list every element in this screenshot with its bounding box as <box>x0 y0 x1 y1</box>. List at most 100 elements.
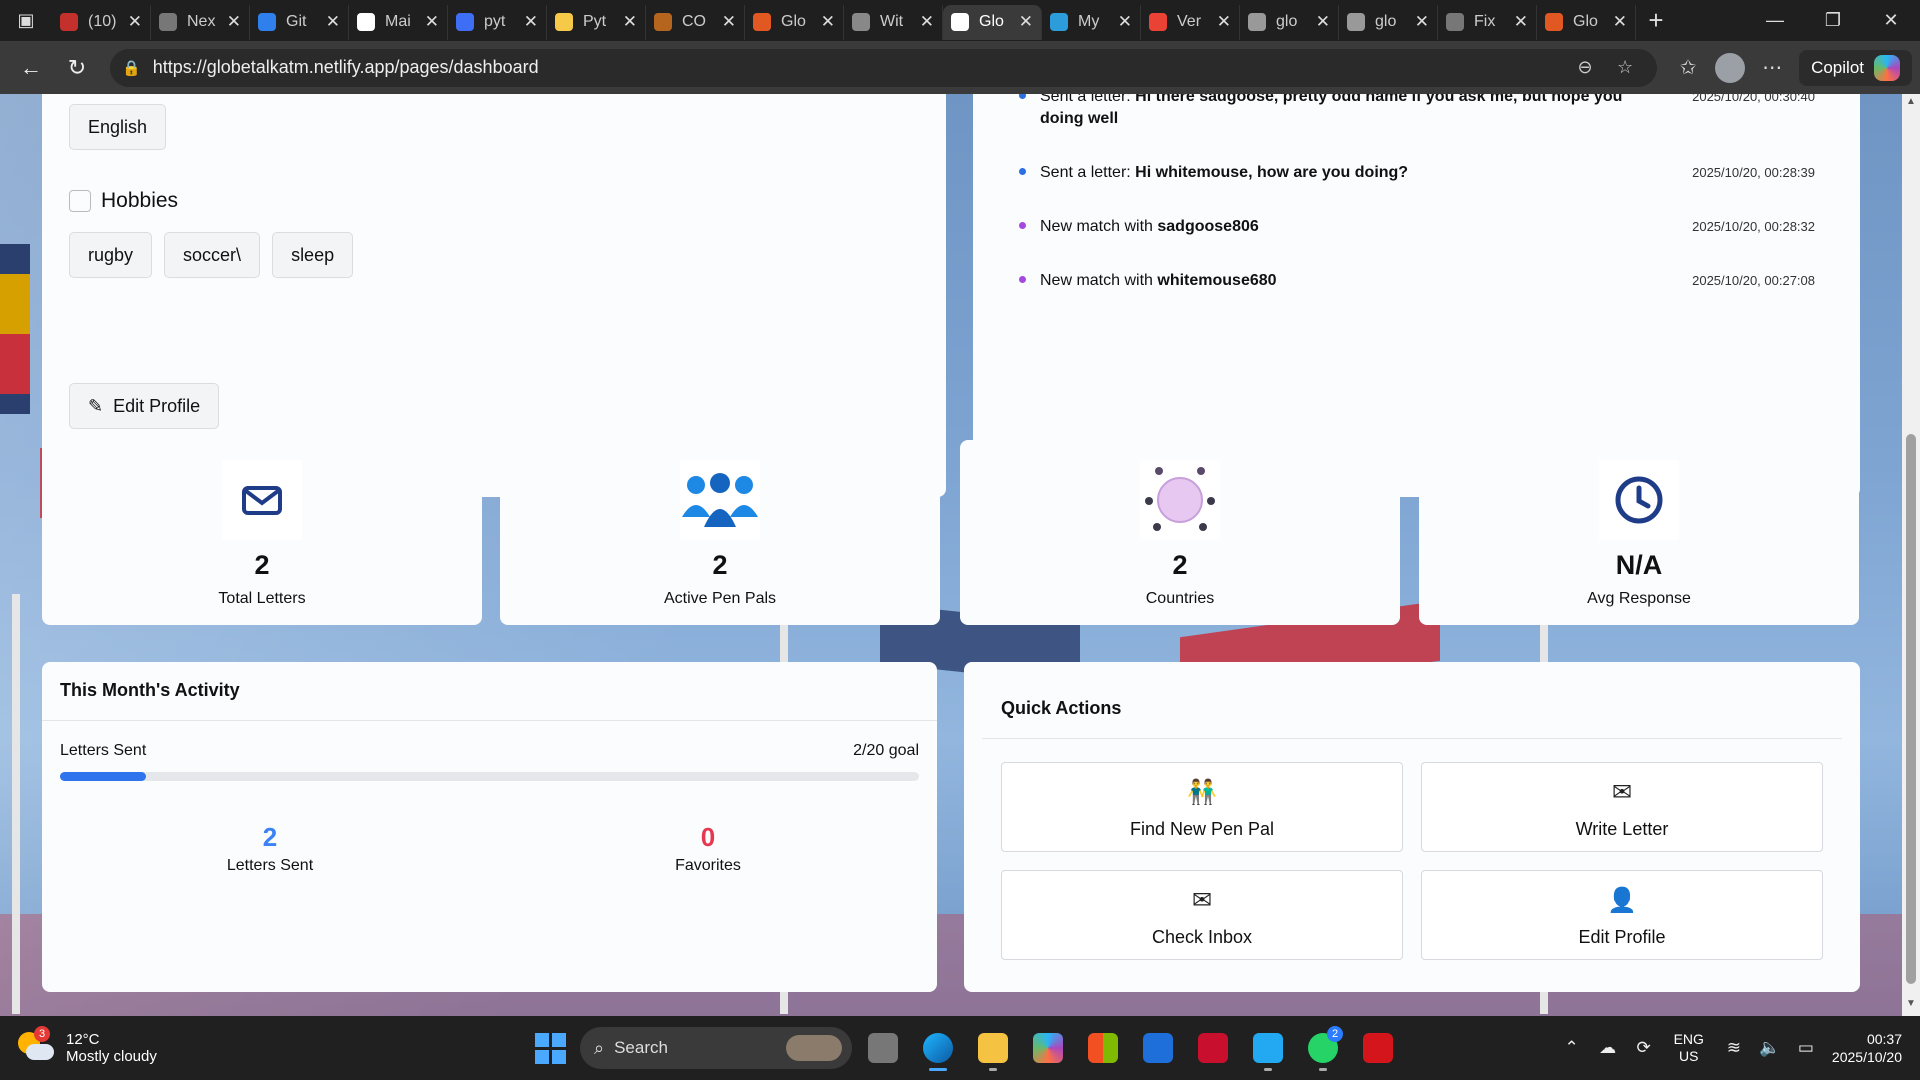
tab-favicon-icon <box>1149 13 1167 31</box>
copilot-app-icon[interactable] <box>1024 1024 1072 1072</box>
copilot-button[interactable]: Copilot <box>1799 49 1912 86</box>
tab-close-icon[interactable]: ✕ <box>920 12 934 32</box>
progress-label: Letters Sent <box>60 742 147 759</box>
browser-tab[interactable]: Glo ✕ <box>745 4 844 40</box>
letters-icon: ✉ <box>1611 778 1633 806</box>
browser-tab[interactable]: My ✕ <box>1042 4 1141 40</box>
sync-icon[interactable]: ⟳ <box>1626 1038 1662 1058</box>
tab-close-icon[interactable]: ✕ <box>524 12 538 32</box>
tab-favicon-icon <box>951 13 969 31</box>
vscode-icon[interactable] <box>1244 1024 1292 1072</box>
tab-close-icon[interactable]: ✕ <box>1514 12 1528 32</box>
favorites-icon[interactable]: ✩ <box>1667 48 1709 88</box>
clock-date: 2025/10/20 <box>1831 1049 1902 1065</box>
tab-favicon-icon <box>852 13 870 31</box>
tab-close-icon[interactable]: ✕ <box>1217 12 1231 32</box>
edit-profile-button[interactable]: ✎ Edit Profile <box>69 383 220 429</box>
tab-close-icon[interactable]: ✕ <box>1019 12 1033 32</box>
browser-tab[interactable]: Glo ✕ <box>1537 4 1636 40</box>
browser-tab[interactable]: pyt ✕ <box>448 4 547 40</box>
dev-app-icon[interactable] <box>1134 1024 1182 1072</box>
zoom-icon[interactable]: ⊖ <box>1565 57 1605 78</box>
quick-action-button[interactable]: ✉ Check Inbox <box>1001 870 1403 960</box>
task-view-icon[interactable] <box>859 1024 907 1072</box>
browser-tab[interactable]: Git ✕ <box>250 4 349 40</box>
chevron-up-icon[interactable]: ⌃ <box>1554 1038 1590 1058</box>
browser-tab[interactable]: Ver ✕ <box>1141 4 1240 40</box>
browser-tab[interactable]: Mai ✕ <box>349 4 448 40</box>
close-window-icon[interactable]: ✕ <box>1862 0 1920 41</box>
tab-close-icon[interactable]: ✕ <box>1415 12 1429 32</box>
minimize-icon[interactable]: — <box>1746 0 1804 41</box>
restore-icon[interactable]: ❐ <box>1804 0 1862 41</box>
site-info-icon[interactable]: 🔒 <box>122 59 141 77</box>
more-menu-icon[interactable]: ⋯ <box>1751 48 1793 88</box>
wifi-icon[interactable]: ≋ <box>1716 1038 1752 1058</box>
tab-close-icon[interactable]: ✕ <box>722 12 736 32</box>
activity-prefix: Sent a letter: <box>1040 164 1136 181</box>
browser-tab[interactable]: Fix ✕ <box>1438 4 1537 40</box>
tab-close-icon[interactable]: ✕ <box>326 12 340 32</box>
tab-title: Nex <box>187 13 216 30</box>
activity-item: New match with sadgoose806 2025/10/20, 00… <box>1019 216 1815 238</box>
favorite-star-icon[interactable]: ☆ <box>1605 57 1645 78</box>
browser-tab[interactable]: (10) ✕ <box>52 4 151 40</box>
quick-action-button[interactable]: 👬 Find New Pen Pal <box>1001 762 1403 852</box>
language-indicator[interactable]: ENG US <box>1674 1031 1704 1066</box>
hobbies-heading: Hobbies <box>69 189 178 213</box>
clock[interactable]: 00:37 2025/10/20 <box>1832 1030 1902 1066</box>
weather-widget[interactable]: 3 12°C Mostly cloudy <box>18 1026 157 1065</box>
browser-tab[interactable]: Wit ✕ <box>844 4 943 40</box>
tab-actions-icon[interactable]: ▣ <box>0 0 52 41</box>
tab-close-icon[interactable]: ✕ <box>227 12 241 32</box>
divider <box>42 720 937 721</box>
whatsapp-icon[interactable]: 2 <box>1299 1024 1347 1072</box>
address-bar[interactable]: 🔒 https://globetalkatm.netlify.app/pages… <box>110 48 1658 87</box>
activity-dot-icon <box>1019 168 1026 175</box>
tab-close-icon[interactable]: ✕ <box>128 12 142 32</box>
browser-tab[interactable]: Pyt ✕ <box>547 4 646 40</box>
start-button[interactable] <box>528 1026 572 1070</box>
tab-close-icon[interactable]: ✕ <box>1118 12 1132 32</box>
browser-tab[interactable]: glo ✕ <box>1339 4 1438 40</box>
browser-tab[interactable]: glo ✕ <box>1240 4 1339 40</box>
quick-action-button[interactable]: 👤 Edit Profile <box>1421 870 1823 960</box>
cloud-status-icon[interactable]: ☁ <box>1590 1038 1626 1058</box>
tab-close-icon[interactable]: ✕ <box>821 12 835 32</box>
url-text[interactable]: https://globetalkatm.netlify.app/pages/d… <box>153 57 1565 78</box>
progress-fill <box>60 772 146 781</box>
scroll-up-icon[interactable]: ▲ <box>1904 96 1918 110</box>
volume-icon[interactable]: 🔈 <box>1752 1038 1788 1058</box>
microsoft-store-icon[interactable] <box>1079 1024 1127 1072</box>
scroll-thumb[interactable] <box>1906 434 1916 984</box>
new-tab-button[interactable]: + <box>1636 0 1676 41</box>
browser-tab[interactable]: Glo ✕ <box>943 4 1042 40</box>
mcafee-icon[interactable] <box>1189 1024 1237 1072</box>
scroll-down-icon[interactable]: ▼ <box>1904 998 1918 1012</box>
back-icon[interactable]: ← <box>8 48 54 88</box>
tab-close-icon[interactable]: ✕ <box>425 12 439 32</box>
battery-icon[interactable]: ▭ <box>1788 1038 1824 1058</box>
quick-action-button[interactable]: ✉ Write Letter <box>1421 762 1823 852</box>
activity-subject: Hi whitemouse, how are you doing? <box>1135 164 1409 181</box>
refresh-icon[interactable]: ↻ <box>54 48 100 88</box>
tab-close-icon[interactable]: ✕ <box>1613 12 1627 32</box>
stat-card: N/A Avg Response <box>1419 440 1859 625</box>
bg-flag <box>0 274 30 334</box>
tab-close-icon[interactable]: ✕ <box>1316 12 1330 32</box>
edge-browser-icon[interactable] <box>914 1024 962 1072</box>
profile-avatar[interactable] <box>1715 52 1746 83</box>
quick-actions-title: Quick Actions <box>1001 698 1122 718</box>
tab-favicon-icon <box>159 13 177 31</box>
hobby-chip: sleep <box>272 232 354 278</box>
browser-tab[interactable]: Nex ✕ <box>151 4 250 40</box>
taskbar-search[interactable]: ⌕ Search <box>580 1027 852 1069</box>
stat-card: 2 Total Letters <box>42 440 482 625</box>
activity-subject: whitemouse680 <box>1157 272 1277 289</box>
acrobat-icon[interactable] <box>1354 1024 1402 1072</box>
page-scrollbar[interactable]: ▲ ▼ <box>1902 94 1920 1016</box>
tab-close-icon[interactable]: ✕ <box>623 12 637 32</box>
tab-favicon-icon <box>1248 13 1266 31</box>
browser-tab[interactable]: CO ✕ <box>646 4 745 40</box>
file-explorer-icon[interactable] <box>969 1024 1017 1072</box>
